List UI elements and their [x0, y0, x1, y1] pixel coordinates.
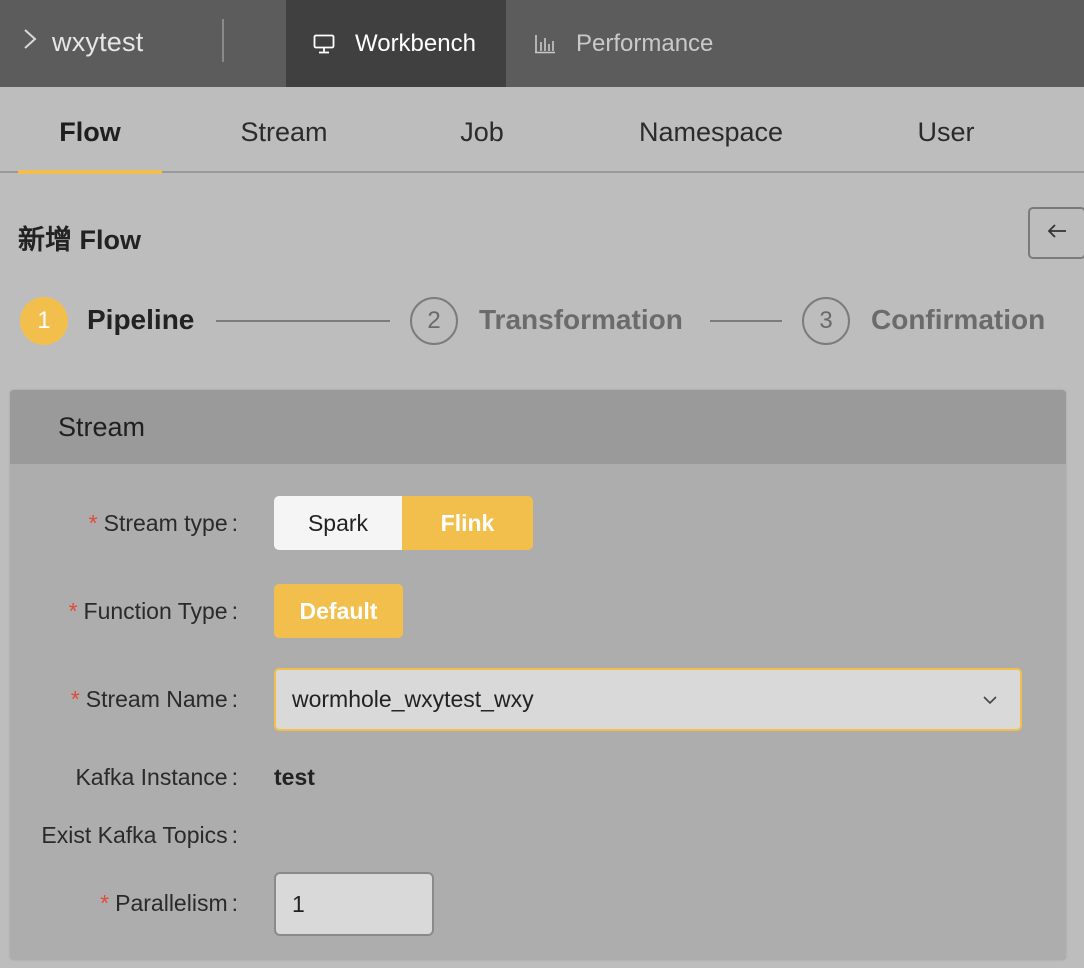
stream-name-label: * Stream Name: — [70, 686, 238, 712]
step-2-label: Transformation — [479, 304, 683, 335]
required-mark: * — [68, 598, 78, 624]
project-name: wxytest — [52, 26, 144, 57]
kafka-instance-label: Kafka Instance: — [75, 764, 238, 790]
step-3-label: Confirmation — [871, 304, 1046, 335]
function-type-label: * Function Type: — [68, 598, 238, 624]
tab-namespace[interactable]: Namespace — [616, 87, 806, 173]
stream-type-label: * Stream type: — [88, 510, 238, 536]
chevron-right-icon — [22, 27, 38, 58]
required-mark: * — [88, 510, 98, 536]
step-1-label: Pipeline — [87, 304, 195, 335]
back-button[interactable] — [1028, 207, 1084, 259]
stream-type-option-spark[interactable]: Spark — [274, 496, 402, 550]
active-tab-indicator — [18, 170, 162, 174]
project-switcher[interactable]: wxytest — [22, 20, 143, 64]
nav-performance[interactable]: Performance — [506, 0, 713, 87]
step-2-indicator: 2 — [410, 297, 458, 345]
chevron-down-icon — [982, 695, 998, 705]
nav-workbench[interactable]: Workbench — [286, 0, 506, 87]
function-type-option-default[interactable]: Default — [274, 584, 403, 638]
card-header: Stream — [10, 390, 1066, 464]
tab-job[interactable]: Job — [432, 87, 532, 173]
parallelism-label: * Parallelism: — [100, 890, 238, 916]
required-mark: * — [100, 890, 110, 916]
stream-name-value: wormhole_wxytest_wxy — [292, 686, 534, 712]
stream-type-option-flink[interactable]: Flink — [402, 496, 533, 550]
tab-stream[interactable]: Stream — [214, 87, 354, 173]
stream-name-select[interactable]: wormhole_wxytest_wxy — [274, 668, 1022, 731]
parallelism-input[interactable] — [274, 872, 434, 936]
stream-type-toggle: Spark Flink — [274, 496, 533, 550]
card-title: Stream — [58, 412, 146, 442]
exist-kafka-topics-label: Exist Kafka Topics: — [41, 822, 238, 848]
arrow-left-icon — [1047, 223, 1067, 244]
stream-card: Stream * Stream type: Spark Flink * Functi… — [10, 390, 1066, 960]
required-mark: * — [70, 686, 80, 712]
step-3-indicator: 3 — [802, 297, 850, 345]
nav-performance-label: Performance — [576, 29, 714, 57]
top-bar: wxytest Workbench Performance — [0, 0, 1084, 87]
main-tabs: Flow Stream Job Namespace User — [0, 87, 1084, 173]
tab-user[interactable]: User — [896, 87, 996, 173]
kafka-instance-value: test — [274, 764, 315, 790]
nav-workbench-label: Workbench — [355, 29, 476, 57]
divider — [222, 19, 224, 62]
monitor-icon — [313, 34, 335, 54]
step-connector — [710, 320, 782, 322]
step-connector — [216, 320, 390, 322]
function-type-toggle: Default — [274, 584, 403, 638]
tab-flow[interactable]: Flow — [18, 87, 162, 173]
page-title: 新增 Flow — [18, 225, 141, 255]
step-1-indicator: 1 — [20, 297, 68, 345]
bar-chart-icon — [534, 34, 556, 54]
